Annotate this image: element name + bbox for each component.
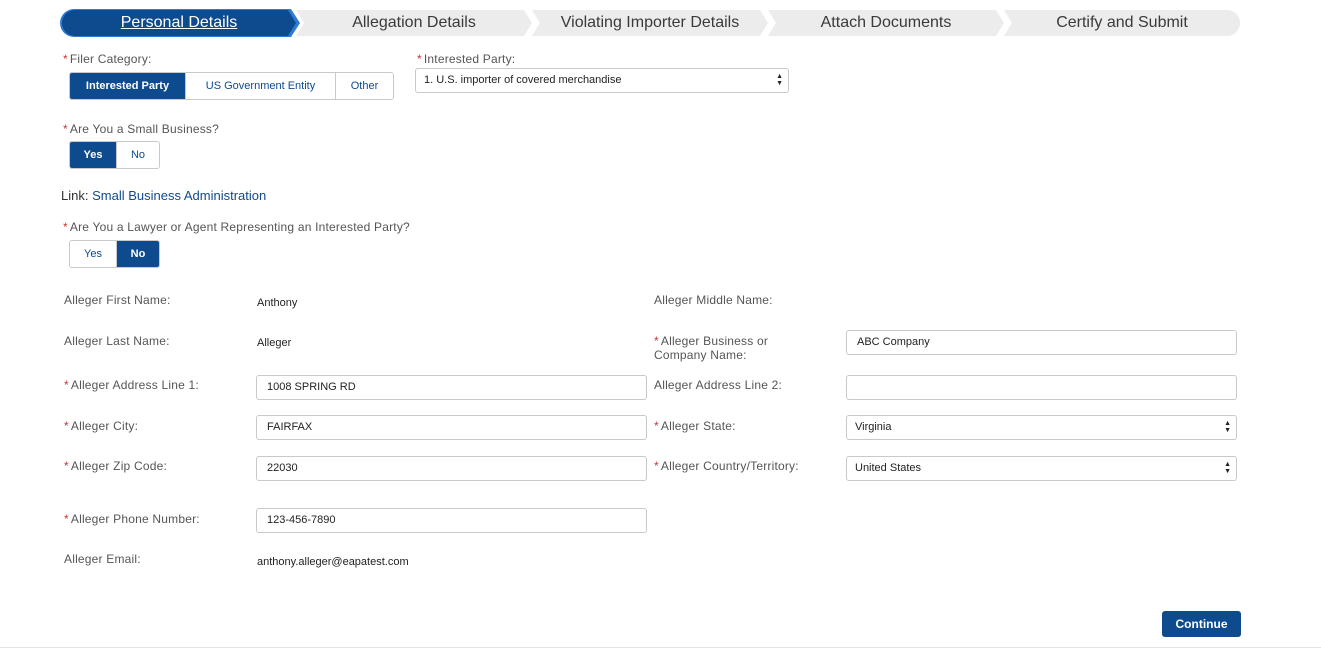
- filer-interested-party-button[interactable]: Interested Party: [70, 73, 185, 99]
- small-business-toggle: Yes No: [69, 141, 160, 169]
- zip-code-input[interactable]: 22030: [256, 456, 647, 481]
- filer-category-toggle: Interested Party US Government Entity Ot…: [69, 72, 394, 100]
- state-select[interactable]: Virginia ▲ ▼: [846, 415, 1237, 440]
- interested-party-label: * Interested Party:: [417, 52, 516, 66]
- updown-arrows-icon: ▲ ▼: [776, 73, 783, 87]
- country-select[interactable]: United States ▲ ▼: [846, 456, 1237, 481]
- interested-party-select[interactable]: 1. U.S. importer of covered merchandise …: [415, 68, 789, 93]
- last-name-value: Alleger: [257, 337, 292, 349]
- small-business-no-button[interactable]: No: [116, 142, 159, 168]
- phone-input[interactable]: 123-456-7890: [256, 508, 647, 533]
- sba-link-row: Link: Small Business Administration: [61, 188, 266, 203]
- lawyer-agent-toggle: Yes No: [69, 240, 160, 268]
- company-name-input[interactable]: ABC Company: [846, 330, 1237, 355]
- step-violating-importer-details[interactable]: Violating Importer Details: [532, 10, 768, 36]
- lawyer-agent-yes-button[interactable]: Yes: [70, 241, 116, 267]
- sba-link[interactable]: Small Business Administration: [92, 188, 266, 203]
- address-line2-input[interactable]: [846, 375, 1237, 400]
- country-label: * Alleger Country/Territory:: [654, 459, 799, 473]
- email-value: anthony.alleger@eapatest.com: [257, 556, 409, 568]
- zip-code-label: * Alleger Zip Code:: [64, 459, 167, 473]
- filer-us-government-button[interactable]: US Government Entity: [185, 73, 335, 99]
- updown-arrows-icon: ▲ ▼: [1224, 420, 1231, 434]
- progress-stepper: Personal Details Allegation Details Viol…: [62, 10, 1240, 36]
- continue-button[interactable]: Continue: [1162, 611, 1241, 637]
- city-input[interactable]: FAIRFAX: [256, 415, 647, 440]
- step-personal-details[interactable]: Personal Details: [62, 10, 296, 36]
- address-line1-label: * Alleger Address Line 1:: [64, 378, 199, 392]
- email-label: Alleger Email:: [64, 552, 141, 566]
- middle-name-label: Alleger Middle Name:: [654, 293, 773, 307]
- phone-label: * Alleger Phone Number:: [64, 512, 200, 526]
- bottom-divider: [0, 647, 1321, 648]
- first-name-value: Anthony: [257, 297, 298, 309]
- step-certify-and-submit[interactable]: Certify and Submit: [1004, 10, 1240, 36]
- country-value: United States: [855, 462, 922, 474]
- state-label: * Alleger State:: [654, 419, 736, 433]
- small-business-label: * Are You a Small Business?: [63, 122, 219, 136]
- link-prefix: Link:: [61, 188, 89, 203]
- first-name-label: Alleger First Name:: [64, 293, 171, 307]
- updown-arrows-icon: ▲ ▼: [1224, 461, 1231, 475]
- state-value: Virginia: [855, 421, 892, 433]
- last-name-label: Alleger Last Name:: [64, 334, 170, 348]
- company-label: * Alleger Business or Company Name:: [654, 334, 769, 362]
- filer-category-label: * Filer Category:: [63, 52, 152, 66]
- small-business-yes-button[interactable]: Yes: [70, 142, 116, 168]
- filer-other-button[interactable]: Other: [335, 73, 393, 99]
- city-label: * Alleger City:: [64, 419, 139, 433]
- lawyer-agent-label: * Are You a Lawyer or Agent Representing …: [63, 220, 410, 234]
- step-allegation-details[interactable]: Allegation Details: [296, 10, 532, 36]
- address-line1-input[interactable]: 1008 SPRING RD: [256, 375, 647, 400]
- interested-party-value: 1. U.S. importer of covered merchandise: [424, 74, 622, 86]
- step-attach-documents[interactable]: Attach Documents: [768, 10, 1004, 36]
- address-line2-label: Alleger Address Line 2:: [654, 378, 783, 392]
- lawyer-agent-no-button[interactable]: No: [116, 241, 159, 267]
